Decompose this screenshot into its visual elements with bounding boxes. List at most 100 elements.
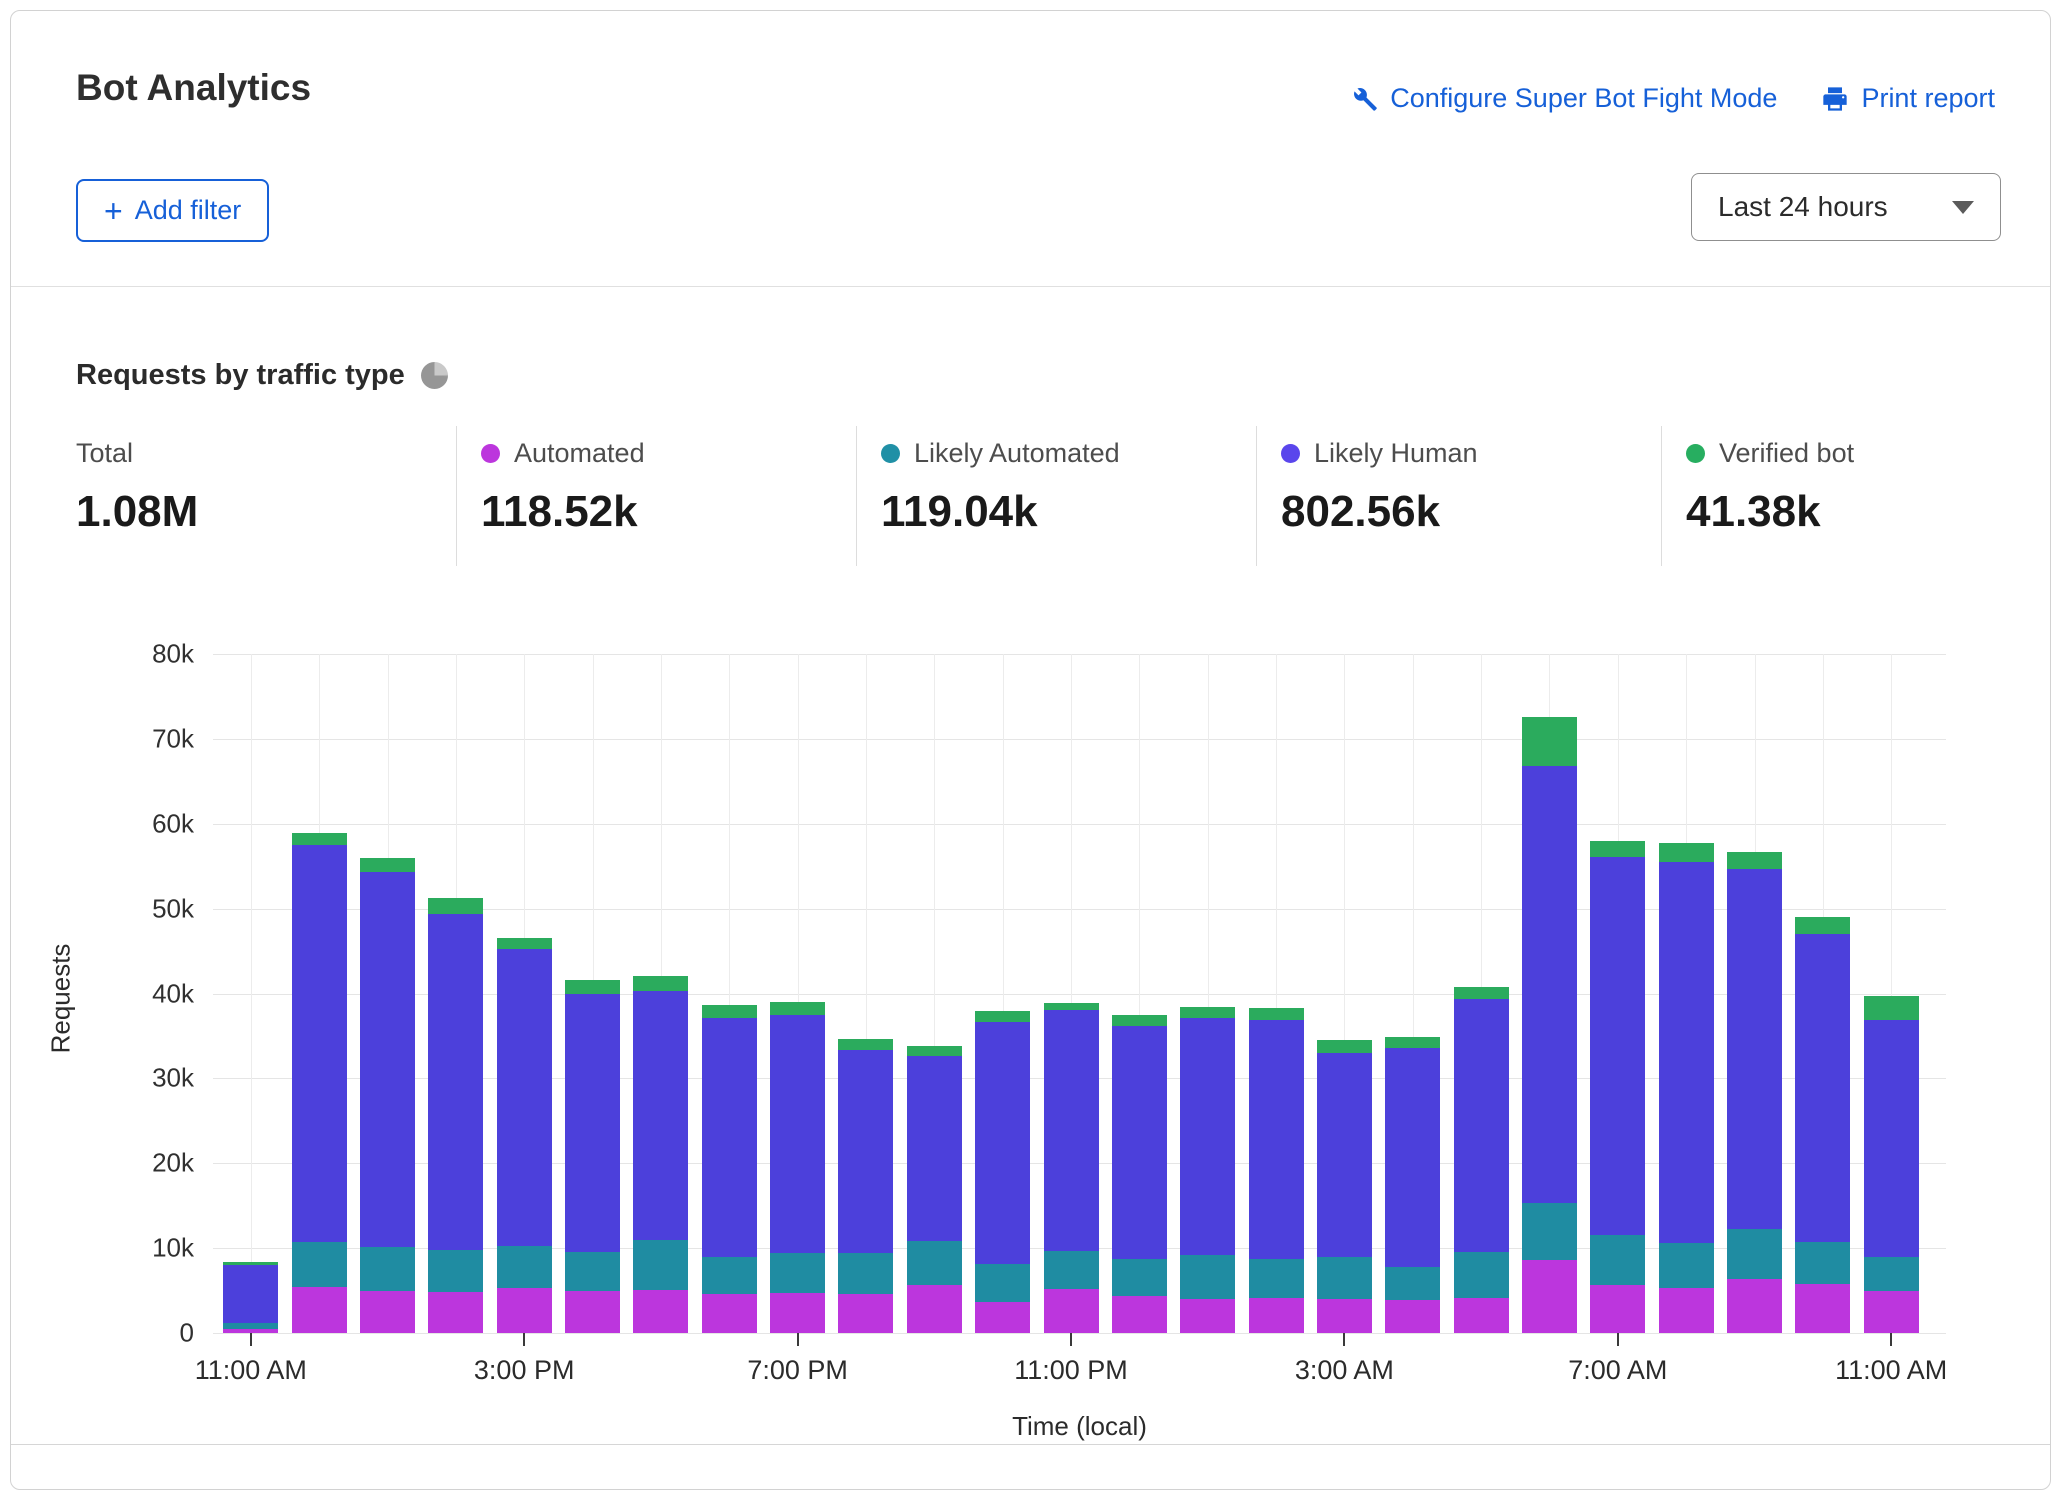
print-report-link[interactable]: Print report: [1821, 83, 1995, 114]
bar-600am[interactable]: [1522, 717, 1577, 1333]
bar-800am[interactable]: [1659, 843, 1714, 1333]
segment-verified-bot: [1180, 1007, 1235, 1018]
bar-1200pm[interactable]: [292, 833, 347, 1333]
bar-300am[interactable]: [1317, 1040, 1372, 1333]
gridline: [251, 654, 252, 1333]
stat-total: Total 1.08M: [76, 438, 198, 537]
bar-1100pm[interactable]: [1044, 1003, 1099, 1333]
bar-800pm[interactable]: [838, 1039, 893, 1333]
segment-likely-human: [428, 914, 483, 1250]
stat-automated-label: Automated: [514, 438, 645, 469]
bar-300pm[interactable]: [497, 938, 552, 1333]
segment-likely-human: [1249, 1020, 1304, 1259]
segment-automated: [565, 1291, 620, 1333]
stat-divider: [1256, 426, 1257, 566]
stat-automated: Automated 118.52k: [481, 438, 645, 537]
segment-verified-bot: [907, 1046, 962, 1056]
segment-likely-human: [1795, 934, 1850, 1242]
segment-likely-automated: [497, 1246, 552, 1288]
wrench-icon: [1350, 85, 1378, 113]
segment-likely-human: [1044, 1010, 1099, 1251]
segment-verified-bot: [633, 976, 688, 991]
bar-900am[interactable]: [1727, 852, 1782, 1333]
stat-divider: [1661, 426, 1662, 566]
segment-verified-bot: [1522, 717, 1577, 766]
segment-automated: [838, 1294, 893, 1333]
y-tick-label: 10k: [114, 1233, 194, 1264]
bar-1100am[interactable]: [223, 1262, 278, 1333]
segment-verified-bot: [1795, 917, 1850, 934]
segment-verified-bot: [838, 1039, 893, 1050]
bar-500pm[interactable]: [633, 976, 688, 1333]
stat-verified-bot-value: 41.38k: [1686, 487, 1854, 537]
segment-likely-human: [1112, 1026, 1167, 1259]
segment-likely-human: [838, 1050, 893, 1254]
x-tick: [523, 1333, 525, 1346]
segment-likely-automated: [1727, 1229, 1782, 1279]
y-tick-label: 0: [114, 1318, 194, 1349]
page-title: Bot Analytics: [76, 67, 311, 109]
stat-automated-value: 118.52k: [481, 487, 645, 537]
segment-verified-bot: [1317, 1040, 1372, 1053]
bar-1000am[interactable]: [1795, 917, 1850, 1333]
segment-verified-bot: [1044, 1003, 1099, 1010]
segment-likely-automated: [975, 1264, 1030, 1302]
segment-likely-human: [907, 1056, 962, 1241]
stat-likely-automated-value: 119.04k: [881, 487, 1120, 537]
segment-likely-human: [1454, 999, 1509, 1252]
bar-1100am[interactable]: [1864, 996, 1919, 1333]
segment-automated: [1727, 1279, 1782, 1333]
segment-likely-human: [1180, 1018, 1235, 1255]
bar-700am[interactable]: [1590, 841, 1645, 1333]
bar-500am[interactable]: [1454, 987, 1509, 1333]
stat-total-value: 1.08M: [76, 487, 198, 537]
segment-automated: [292, 1287, 347, 1333]
segment-verified-bot: [497, 938, 552, 949]
time-range-select[interactable]: Last 24 hours: [1691, 173, 2001, 241]
bar-100pm[interactable]: [360, 858, 415, 1333]
segment-verified-bot: [1249, 1008, 1304, 1020]
stat-verified-bot-label: Verified bot: [1719, 438, 1854, 469]
bar-1000pm[interactable]: [975, 1011, 1030, 1334]
segment-automated: [1795, 1284, 1850, 1333]
segment-automated: [1317, 1299, 1372, 1333]
stat-verified-bot: Verified bot 41.38k: [1686, 438, 1854, 537]
bar-100am[interactable]: [1180, 1007, 1235, 1333]
plus-icon: +: [104, 195, 123, 227]
segment-likely-human: [975, 1022, 1030, 1265]
bar-700pm[interactable]: [770, 1002, 825, 1333]
bar-1200am[interactable]: [1112, 1015, 1167, 1333]
bot-analytics-card: Bot Analytics Configure Super Bot Fight …: [10, 10, 2051, 1490]
likely-automated-dot-icon: [881, 444, 900, 463]
stat-total-label: Total: [76, 438, 133, 469]
configure-link-label: Configure Super Bot Fight Mode: [1390, 83, 1777, 114]
chevron-down-icon: [1952, 201, 1974, 214]
stat-likely-human: Likely Human 802.56k: [1281, 438, 1478, 537]
stat-likely-human-label: Likely Human: [1314, 438, 1478, 469]
bar-400am[interactable]: [1385, 1037, 1440, 1333]
segment-automated: [975, 1302, 1030, 1333]
segment-likely-automated: [838, 1253, 893, 1294]
segment-automated: [428, 1292, 483, 1333]
bar-600pm[interactable]: [702, 1005, 757, 1333]
automated-dot-icon: [481, 444, 500, 463]
segment-automated: [1044, 1289, 1099, 1333]
segment-automated: [702, 1294, 757, 1333]
bar-400pm[interactable]: [565, 980, 620, 1333]
bar-900pm[interactable]: [907, 1046, 962, 1333]
print-link-label: Print report: [1861, 83, 1995, 114]
bar-200pm[interactable]: [428, 898, 483, 1333]
x-tick: [1070, 1333, 1072, 1346]
bar-200am[interactable]: [1249, 1008, 1304, 1333]
y-tick-label: 20k: [114, 1148, 194, 1179]
segment-likely-automated: [1454, 1252, 1509, 1298]
segment-verified-bot: [1864, 996, 1919, 1020]
configure-super-bot-fight-mode-link[interactable]: Configure Super Bot Fight Mode: [1350, 83, 1777, 114]
segment-automated: [1180, 1299, 1235, 1333]
segment-likely-human: [1659, 862, 1714, 1244]
stat-likely-automated-label: Likely Automated: [914, 438, 1120, 469]
segment-likely-human: [497, 949, 552, 1247]
y-tick-label: 30k: [114, 1063, 194, 1094]
segment-likely-automated: [770, 1253, 825, 1293]
add-filter-button[interactable]: + Add filter: [76, 179, 269, 242]
